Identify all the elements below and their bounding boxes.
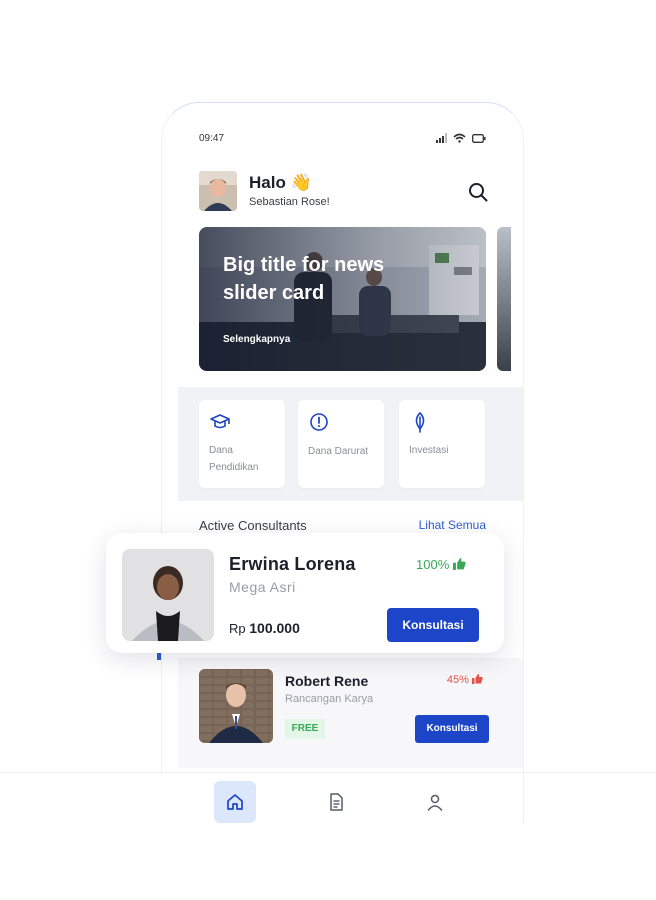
news-title: Big title for news slider card: [223, 254, 385, 304]
greeting-header: Halo 👋 Sebastian Rose!: [199, 171, 489, 213]
menu-label: Investasi: [409, 445, 449, 456]
leaf-icon: [415, 411, 425, 433]
consult-button[interactable]: Konsultasi: [387, 608, 479, 642]
menu-item-dana-darurat[interactable]: Dana Darurat: [298, 400, 384, 488]
consultant-name: Robert Rene: [285, 673, 369, 689]
consultant-card[interactable]: Robert Rene Rancangan Karya 45% FREE Kon…: [199, 669, 489, 745]
home-icon: [227, 794, 243, 810]
avatar[interactable]: [199, 171, 237, 211]
document-icon: [330, 793, 343, 811]
menu-item-dana-pendidikan[interactable]: Dana Pendidikan: [199, 400, 285, 488]
status-time: 09:47: [199, 132, 225, 144]
nav-documents[interactable]: [315, 781, 357, 823]
next-news-card[interactable]: [497, 227, 511, 371]
consultant-rating: 45%: [447, 674, 483, 686]
phone-frame: 09:47 Halo 👋 Sebastian Rose! Big title f…: [161, 102, 524, 823]
wifi-icon: [453, 133, 466, 143]
active-consultants-header: Active Consultants Lihat Semua: [199, 518, 486, 534]
battery-icon: [472, 133, 486, 143]
consultant-photo: [122, 549, 214, 641]
bottom-divider: [0, 772, 656, 773]
nav-home[interactable]: [214, 781, 256, 823]
consultant-company: Rancangan Karya: [285, 693, 374, 705]
news-slider-card[interactable]: Big title for news slider card Selengkap…: [199, 227, 486, 371]
graduation-cap-icon: [210, 414, 230, 429]
nav-profile[interactable]: [414, 781, 456, 823]
see-all-link[interactable]: Lihat Semua: [419, 518, 486, 532]
profile-icon: [427, 794, 443, 811]
consultant-photo: [199, 669, 273, 743]
news-read-more-link[interactable]: Selengkapnya: [223, 334, 290, 345]
consult-button[interactable]: Konsultasi: [415, 715, 489, 743]
consultant-company: Mega Asri: [229, 579, 296, 595]
section-title: Active Consultants: [199, 518, 307, 533]
status-bar: 09:47: [199, 131, 486, 145]
bottom-nav: [161, 775, 522, 833]
consultant-price: Rp 100.000: [229, 620, 300, 636]
search-icon[interactable]: [467, 181, 489, 203]
free-badge: FREE: [285, 719, 325, 739]
greeting-text: Halo 👋: [249, 173, 312, 192]
alert-circle-icon: [310, 413, 328, 431]
signal-icon: [436, 133, 447, 143]
menu-item-investasi[interactable]: Investasi: [399, 400, 485, 488]
menu-label: Dana Darurat: [308, 446, 369, 457]
thumbs-up-icon: [452, 558, 466, 570]
user-name: Sebastian Rose!: [249, 196, 330, 208]
consultant-name: Erwina Lorena: [229, 554, 356, 574]
menu-label: Dana Pendidikan: [209, 445, 259, 473]
consultant-rating: 100%: [416, 557, 466, 572]
thumbs-up-icon: [472, 674, 483, 684]
featured-consultant-card[interactable]: Erwina Lorena Mega Asri Rp 100.000 100% …: [106, 533, 504, 653]
